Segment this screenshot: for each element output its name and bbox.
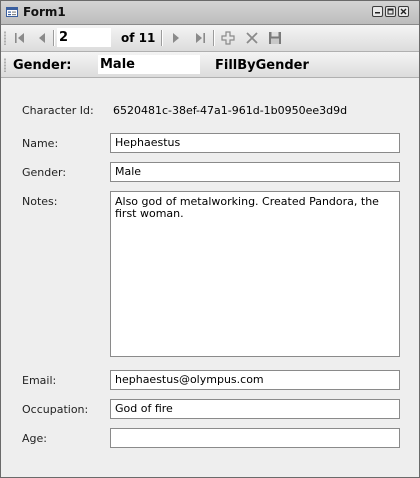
- position-input[interactable]: 2: [57, 28, 111, 47]
- age-label: Age:: [22, 432, 47, 445]
- separator: [53, 30, 54, 46]
- character-id-value: 6520481c-38ef-47a1-961d-1b0950ee3d9d: [113, 104, 348, 117]
- close-button[interactable]: [398, 6, 409, 17]
- fill-by-gender-button[interactable]: FillByGender: [215, 58, 309, 73]
- move-previous-icon[interactable]: [32, 28, 52, 48]
- form-window: Form1 2 of 11 Gender: Male FillByGender …: [0, 0, 420, 478]
- minimize-button[interactable]: [372, 6, 383, 17]
- gender-query-input[interactable]: Male: [98, 55, 200, 74]
- toolstrip-grip[interactable]: [4, 31, 6, 45]
- move-next-icon[interactable]: [166, 28, 186, 48]
- maximize-button[interactable]: [385, 6, 396, 17]
- gender-label: Gender:: [22, 166, 67, 179]
- notes-textarea[interactable]: Also god of metalworking. Created Pandor…: [110, 191, 400, 357]
- gender-field[interactable]: Male: [110, 162, 400, 182]
- save-icon[interactable]: [265, 28, 285, 48]
- record-count-label: of 11: [121, 31, 156, 45]
- window-title: Form1: [23, 5, 66, 19]
- email-label: Email:: [22, 374, 57, 387]
- occupation-field[interactable]: God of fire: [110, 399, 400, 419]
- separator: [161, 30, 162, 46]
- move-last-icon[interactable]: [190, 28, 210, 48]
- name-field[interactable]: Hephaestus: [110, 133, 400, 153]
- toolstrip-grip[interactable]: [4, 58, 6, 72]
- form-app-icon: [6, 7, 18, 17]
- character-id-label: Character Id:: [22, 104, 94, 117]
- add-new-icon[interactable]: [218, 28, 238, 48]
- fill-by-toolstrip: Gender: Male FillByGender: [1, 52, 419, 78]
- age-field[interactable]: [110, 428, 400, 448]
- delete-icon[interactable]: [242, 28, 262, 48]
- binding-navigator: 2 of 11: [1, 25, 419, 52]
- occupation-label: Occupation:: [22, 403, 89, 416]
- name-label: Name:: [22, 137, 59, 150]
- email-field[interactable]: hephaestus@olympus.com: [110, 370, 400, 390]
- gender-query-label: Gender:: [13, 58, 72, 73]
- move-first-icon[interactable]: [10, 28, 30, 48]
- title-bar[interactable]: Form1: [1, 1, 419, 25]
- notes-label: Notes:: [22, 195, 58, 208]
- separator: [213, 30, 214, 46]
